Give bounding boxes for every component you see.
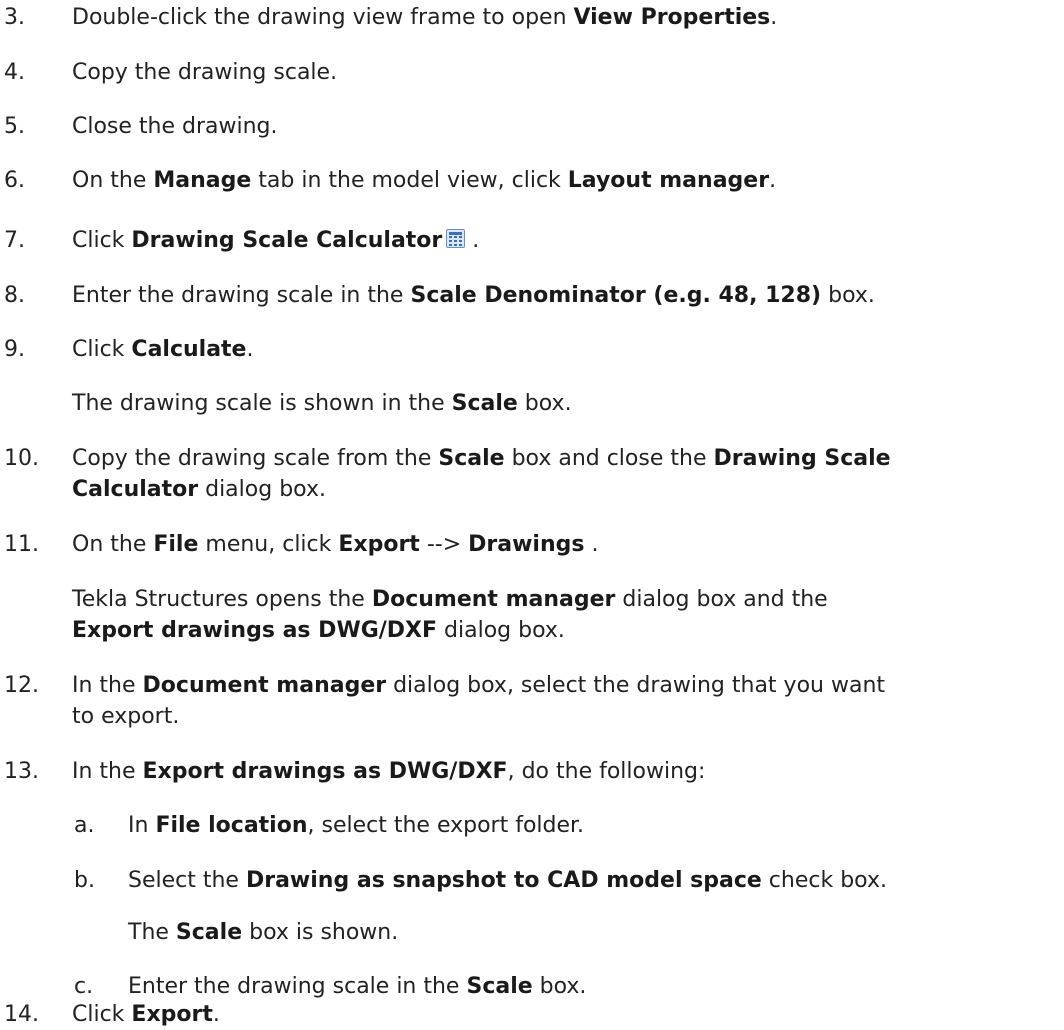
step-number: 13. (4, 759, 39, 784)
document-page: 3. Double-click the drawing view frame t… (0, 0, 1064, 1030)
step-text: Close the drawing. (72, 114, 278, 139)
step-text: Click Export. (72, 1002, 220, 1027)
step-number: 12. (4, 673, 39, 698)
step-number: 9. (4, 337, 25, 362)
ui-term: Export (338, 532, 420, 557)
ui-term: Scale Denominator (e.g. 48, 128) (410, 283, 822, 308)
step-result-text: Export drawings as DWG/DXF dialog box. (72, 618, 565, 643)
ui-term: Export drawings as DWG/DXF (142, 759, 508, 784)
ui-term: Calculate (131, 337, 247, 362)
step-text: Copy the drawing scale from the Scale bo… (72, 446, 891, 471)
step-text: Calculator dialog box. (72, 477, 326, 502)
step-number: 10. (4, 446, 39, 471)
step-text: On the File menu, click Export --> Drawi… (72, 532, 599, 557)
step-number: 3. (4, 5, 25, 30)
step-text: Enter the drawing scale in the Scale Den… (72, 283, 875, 308)
ui-term: Document manager (371, 587, 616, 612)
ui-term: Layout manager (567, 168, 770, 193)
ui-term: Drawing Scale Calculator (131, 228, 443, 253)
ui-term: Drawings (468, 532, 585, 557)
step-result-text: The drawing scale is shown in the Scale … (72, 391, 572, 416)
substep-letter: b. (74, 868, 95, 893)
step-number: 4. (4, 60, 25, 85)
ui-term: Export (131, 1002, 213, 1027)
ui-term: Scale (175, 920, 243, 945)
ui-term: Drawing Scale (713, 446, 891, 471)
ui-term: View Properties (573, 5, 771, 30)
step-text: Click Drawing Scale Calculator . (72, 228, 480, 253)
substep-letter: c. (74, 974, 94, 999)
step-number: 7. (4, 228, 25, 253)
ui-term: File location (155, 813, 308, 838)
step-number: 14. (4, 1002, 39, 1027)
step-text: Double-click the drawing view frame to o… (72, 5, 778, 30)
substep-text: Select the Drawing as snapshot to CAD mo… (128, 868, 887, 893)
step-text: Copy the drawing scale. (72, 60, 338, 85)
ui-term: Manage (153, 168, 252, 193)
ui-term: Drawing as snapshot to CAD model space (245, 868, 762, 893)
step-text: Click Calculate. (72, 337, 254, 362)
ui-term: Calculator (72, 477, 199, 502)
substep-result-text: The Scale box is shown. (128, 920, 399, 945)
step-text: In the Document manager dialog box, sele… (72, 673, 886, 698)
substep-text: Enter the drawing scale in the Scale box… (128, 974, 587, 999)
substep-text: In File location, select the export fold… (128, 813, 585, 838)
ui-term: File (153, 532, 199, 557)
ui-term: Scale (466, 974, 533, 999)
ui-term: Document manager (142, 673, 387, 698)
step-text: On the Manage tab in the model view, cli… (72, 168, 777, 193)
step-result-text: Tekla Structures opens the Document mana… (72, 587, 828, 612)
step-number: 11. (4, 532, 39, 557)
step-text: to export. (72, 704, 180, 729)
step-number: 6. (4, 168, 25, 193)
ui-term: Scale (451, 391, 518, 416)
ui-term: Scale (438, 446, 505, 471)
calculator-icon (446, 229, 466, 248)
step-number: 8. (4, 283, 25, 308)
substep-letter: a. (74, 813, 95, 838)
step-text: In the Export drawings as DWG/DXF, do th… (72, 759, 706, 784)
step-number: 5. (4, 114, 25, 139)
ui-term: Export drawings as DWG/DXF (72, 618, 438, 643)
